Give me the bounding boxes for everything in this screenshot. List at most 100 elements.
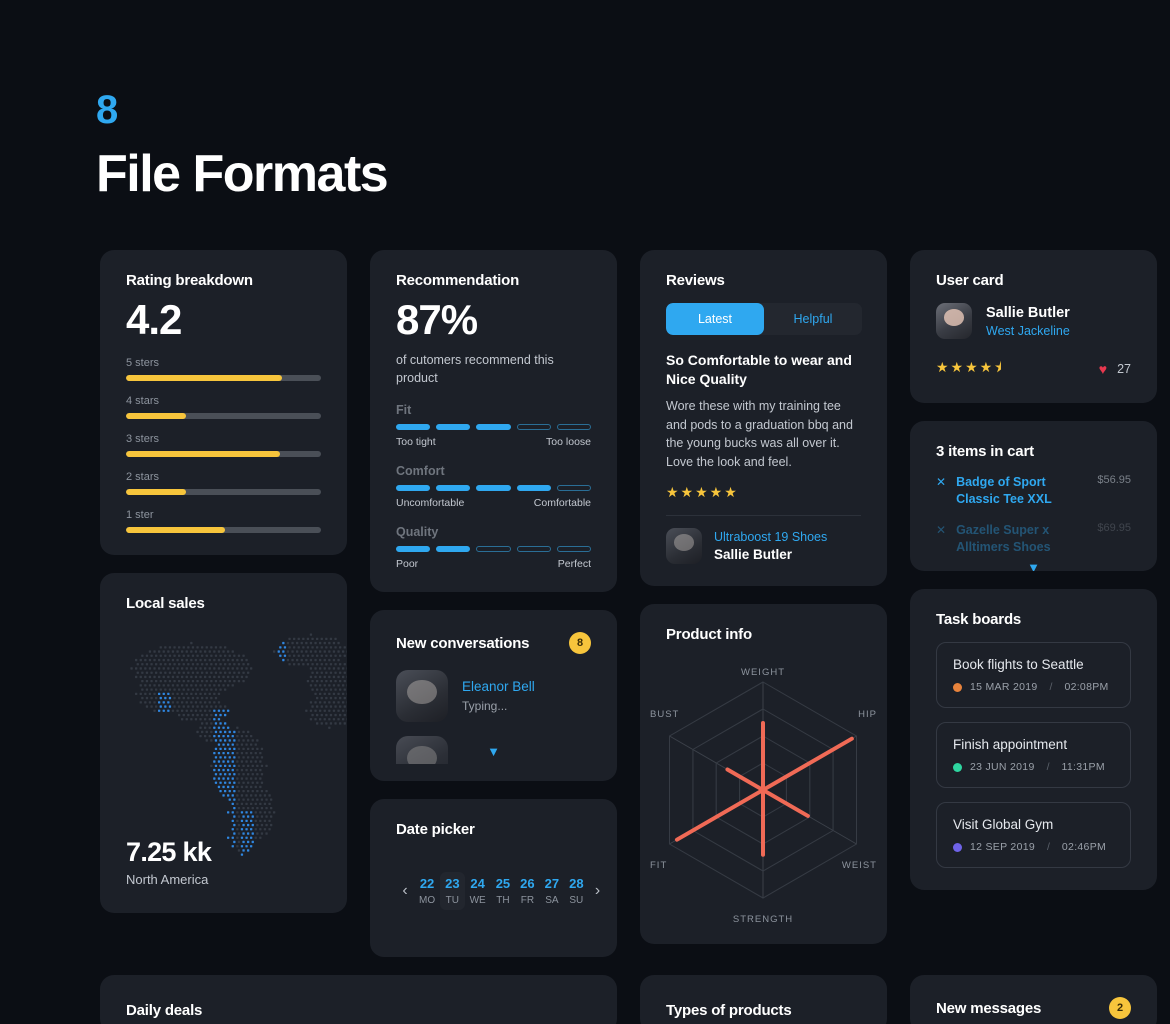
day-number: 23 xyxy=(445,876,460,892)
rating-segment xyxy=(476,485,511,492)
header-number: 8 xyxy=(96,88,118,132)
date-picker-day[interactable]: 28 SU xyxy=(564,872,588,910)
local-sales-region: North America xyxy=(126,872,209,888)
radar-axis-label: HIP xyxy=(858,709,877,720)
rating-bar-track xyxy=(126,413,321,420)
cart-item: ✕ Badge of Sport Classic Tee XXL $56.95 xyxy=(936,474,1131,508)
rating-bar-fill xyxy=(126,375,282,382)
user-stars-full: ★★★★ xyxy=(936,359,995,375)
user-location[interactable]: West Jackeline xyxy=(986,324,1070,338)
date-picker-day[interactable]: 25 TH xyxy=(491,872,515,910)
segment-endpoints: Too tight Too loose xyxy=(396,436,591,448)
recommendation-percent: 87% xyxy=(396,296,478,343)
column-1: Rating breakdown 4.2 5 sters 4 stars 3 ste… xyxy=(100,250,347,914)
heart-icon: ♥ xyxy=(1098,361,1108,377)
local-sales-kpi: 7.25 kk North America xyxy=(126,837,212,888)
task-separator: / xyxy=(1046,761,1050,773)
recommendation-group: Quality Poor Perfect xyxy=(396,525,592,570)
column-2: Recommendation 87% of cutomers recommend… xyxy=(370,250,617,958)
radar-chart: WEIGHT HIP WEIST STRENGTH FIT BUST xyxy=(640,640,887,940)
recommendation-group: Fit Too tight Too loose xyxy=(396,403,592,448)
column-3: Reviews Latest Helpful So Comfortable to … xyxy=(640,250,887,944)
segment-right-label: Comfortable xyxy=(533,497,591,510)
rating-segment xyxy=(476,546,511,553)
cart-title: 3 items in cart xyxy=(936,443,1034,460)
rating-bar-track xyxy=(126,489,321,496)
conversations-badge: 8 xyxy=(569,632,591,655)
remove-item-icon[interactable]: ✕ xyxy=(936,474,946,490)
date-picker-day[interactable]: 27 SA xyxy=(540,872,564,910)
rating-bar-row: 5 sters xyxy=(126,357,321,382)
task-card[interactable]: Visit Global Gym 12 SEP 2019 / 02:46PM xyxy=(936,802,1131,868)
segment-endpoints: Uncomfortable Comfortable xyxy=(396,497,591,509)
remove-item-icon[interactable]: ✕ xyxy=(936,522,946,538)
chevron-down-icon[interactable]: ▼ xyxy=(936,560,1131,572)
radar-axis-label: BUST xyxy=(650,709,679,720)
user-identity: Sallie Butler West Jackeline xyxy=(936,303,1131,339)
task-separator: / xyxy=(1047,841,1050,853)
rating-segment xyxy=(516,485,551,492)
rating-segment xyxy=(556,424,592,431)
review-stars: ★★★★★ xyxy=(666,483,739,500)
task-time: 02:08PM xyxy=(1064,681,1109,693)
cart-item: ✕ Gazelle Super x Alltimers Shoes $69.95 xyxy=(936,522,1131,556)
tab-helpful[interactable]: Helpful xyxy=(764,303,862,335)
next-week-icon[interactable]: › xyxy=(589,882,607,900)
date-picker-day[interactable]: 26 FR xyxy=(515,872,539,910)
rating-segment xyxy=(556,546,592,553)
rating-bar-fill xyxy=(126,451,281,458)
task-title: Finish appointment xyxy=(953,737,1068,752)
day-of-week: SA xyxy=(545,895,559,907)
recommendation-card: Recommendation 87% of cutomers recommend… xyxy=(370,250,617,593)
task-meta: 15 MAR 2019 / 02:08PM xyxy=(953,681,1114,693)
segment-track xyxy=(396,546,592,553)
rating-segment xyxy=(436,485,471,492)
cart-item-name[interactable]: Badge of Sport Classic Tee XXL xyxy=(956,474,1087,508)
rating-segment xyxy=(476,424,511,431)
heart-count: 27 xyxy=(1117,362,1131,376)
reviews-title: Reviews xyxy=(666,272,725,289)
divider xyxy=(666,514,861,516)
rating-breakdown-card: Rating breakdown 4.2 5 sters 4 stars 3 ste… xyxy=(100,250,347,556)
avatar xyxy=(936,303,972,339)
daily-deals-card: Daily deals xyxy=(100,975,617,1024)
task-card[interactable]: Finish appointment 23 JUN 2019 / 11:31PM xyxy=(936,722,1131,788)
rating-bar-fill xyxy=(126,527,226,534)
rating-bar-row: 1 ster xyxy=(126,509,321,534)
recommendation-caption: of cutomers recommend this product xyxy=(396,353,554,386)
user-rating-stars: ★★★★⯨ xyxy=(936,357,1004,381)
task-meta: 23 JUN 2019 / 11:31PM xyxy=(953,761,1114,773)
rating-bar-row: 2 stars xyxy=(126,471,321,496)
task-time: 11:31PM xyxy=(1061,761,1105,773)
local-sales-title: Local sales xyxy=(126,595,205,613)
user-name: Sallie Butler xyxy=(986,304,1070,321)
new-messages-badge: 2 xyxy=(1109,997,1131,1020)
rating-bar-label: 4 stars xyxy=(126,395,160,408)
likes[interactable]: ♥ 27 xyxy=(1099,361,1131,377)
tab-latest[interactable]: Latest xyxy=(666,303,764,335)
rating-segment xyxy=(396,546,431,553)
rating-segment xyxy=(516,424,551,431)
conversations-header: New conversations 8 xyxy=(396,632,591,655)
segment-track xyxy=(396,424,592,431)
recommendation-title: Recommendation xyxy=(396,272,520,289)
column-4: User card Sallie Butler West Jackeline ★… xyxy=(910,250,1157,890)
task-date: 15 MAR 2019 xyxy=(970,681,1038,693)
date-picker-day[interactable]: 23 TU xyxy=(440,872,465,911)
task-card[interactable]: Book flights to Seattle 15 MAR 2019 / 02:08… xyxy=(936,642,1131,708)
day-of-week: TU xyxy=(445,895,460,907)
day-number: 27 xyxy=(544,876,560,892)
cart-item-name[interactable]: Gazelle Super x Alltimers Shoes xyxy=(956,522,1087,556)
page-title: File Formats xyxy=(96,145,389,203)
date-picker-day[interactable]: 22 MO xyxy=(414,872,440,910)
prev-week-icon[interactable]: ‹ xyxy=(396,882,414,900)
rating-segment xyxy=(436,546,471,553)
rating-bar-label: 1 ster xyxy=(126,509,154,522)
rating-bar-track xyxy=(126,375,321,382)
user-card: User card Sallie Butler West Jackeline ★… xyxy=(910,250,1157,403)
status-dot-icon xyxy=(953,762,962,772)
date-picker-day[interactable]: 24 WE xyxy=(465,872,491,910)
conversation-item[interactable]: Eleanor Bell Typing... xyxy=(396,670,591,723)
review-product-link[interactable]: Ultraboost 19 Shoes xyxy=(714,530,827,544)
recommendation-groups: Fit Too tight Too loose Comfort Uncomfortabl… xyxy=(396,403,592,570)
